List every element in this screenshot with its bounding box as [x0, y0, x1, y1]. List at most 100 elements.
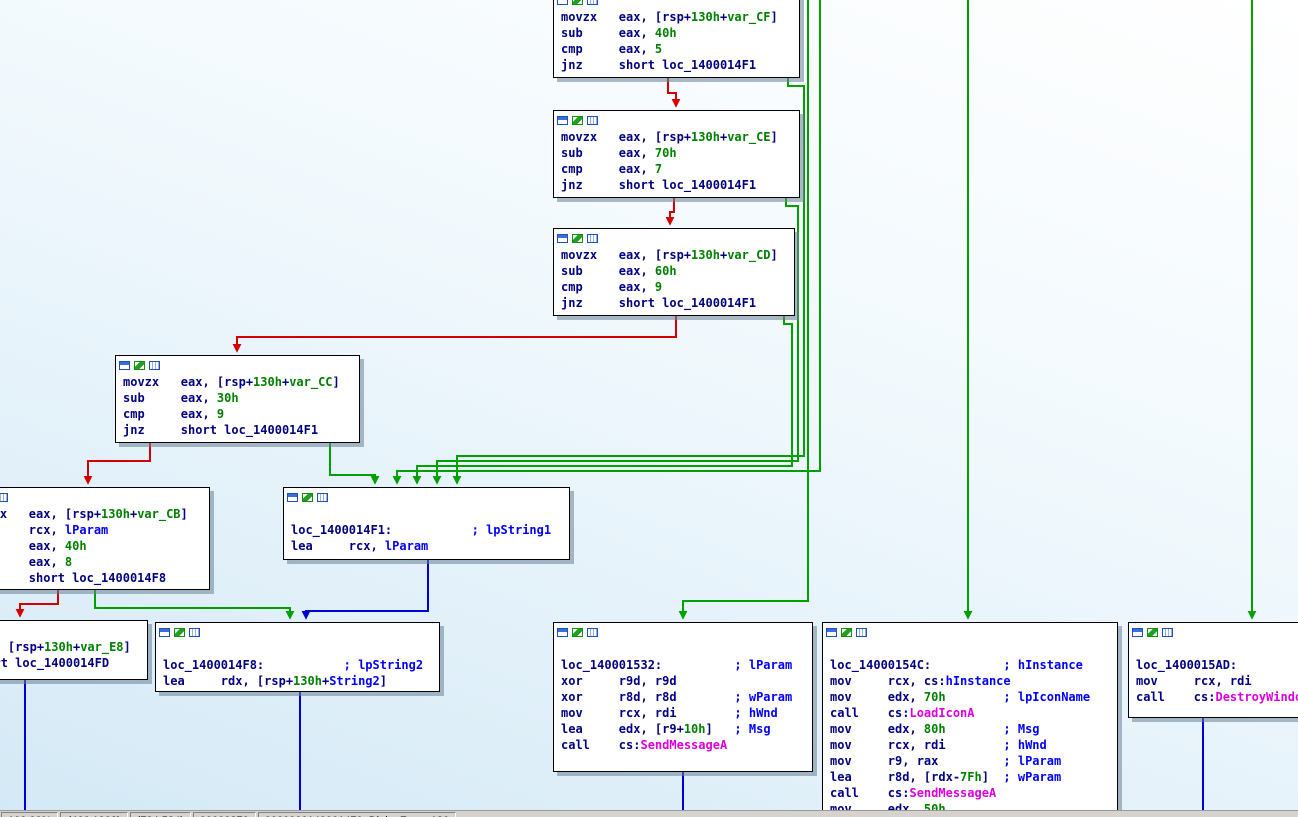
code-line[interactable]: mov edx, 80h ; Msg — [830, 721, 1110, 737]
code-line[interactable] — [830, 641, 1110, 657]
node-titlebar[interactable] — [554, 229, 794, 246]
code-line[interactable]: xor r8d, r8d ; wParam — [561, 689, 805, 705]
node-info-icon[interactable] — [0, 493, 8, 502]
code-line[interactable]: jnz short loc_1400014F1 — [561, 177, 792, 193]
group-node-icon[interactable] — [841, 628, 852, 637]
node-info-icon[interactable] — [1162, 628, 1173, 637]
code-line[interactable] — [291, 506, 562, 522]
code-line[interactable]: cmp eax, 9 — [561, 279, 787, 295]
code-line[interactable] — [163, 641, 432, 657]
node-titlebar[interactable] — [156, 623, 439, 640]
node-info-icon[interactable] — [587, 234, 598, 243]
code-line[interactable]: loc_1400014F1: ; lpString1 — [291, 522, 562, 538]
node-titlebar[interactable] — [284, 488, 569, 505]
code-line[interactable]: jnz short loc_1400014F1 — [561, 57, 792, 73]
node-titlebar[interactable] — [1129, 623, 1298, 640]
code-line[interactable]: call cs:SendMessageA — [830, 785, 1110, 801]
graph-node-loc_1400014F8[interactable]: loc_1400014F8: ; lpString2 lea rdx, [rsp+… — [155, 622, 440, 692]
graph-node-var_E8-block[interactable]: lea rdx, [rsp+130h+var_E8]jmp short loc_… — [0, 620, 148, 680]
code-line[interactable]: sub eax, 40h — [561, 25, 792, 41]
code-line[interactable]: cmp eax, 8 — [0, 554, 202, 570]
collapse-node-icon[interactable] — [287, 493, 298, 502]
node-titlebar[interactable] — [0, 621, 147, 638]
code-line[interactable]: mov rcx, rdi — [1136, 673, 1298, 689]
group-node-icon[interactable] — [572, 234, 583, 243]
group-node-icon[interactable] — [174, 628, 185, 637]
group-node-icon[interactable] — [572, 628, 583, 637]
code-line[interactable]: sub eax, 40h — [0, 538, 202, 554]
graph-node-var_CC-check[interactable]: movzx eax, [rsp+130h+var_CC] sub eax, 30h… — [115, 355, 360, 443]
code-line[interactable]: lea rdx, [rsp+130h+String2] — [163, 673, 432, 689]
code-line[interactable]: loc_140001532: ; lParam — [561, 657, 805, 673]
collapse-node-icon[interactable] — [557, 0, 568, 5]
code-line[interactable]: loc_1400015AD: — [1136, 657, 1298, 673]
code-line[interactable]: movzx eax, [rsp+130h+var_CF] — [561, 9, 792, 25]
node-info-icon[interactable] — [149, 361, 160, 370]
code-line[interactable]: lea rcx, lParam — [0, 522, 202, 538]
code-line[interactable]: mov rcx, rdi ; hWnd — [561, 705, 805, 721]
code-line[interactable]: jnz short loc_1400014F8 — [0, 570, 202, 586]
node-titlebar[interactable] — [554, 623, 812, 640]
collapse-node-icon[interactable] — [826, 628, 837, 637]
node-info-icon[interactable] — [856, 628, 867, 637]
graph-node-loc_14000154C[interactable]: loc_14000154C: ; hInstance mov rcx, cs:hI… — [822, 622, 1118, 817]
graph-node-var_CE-check[interactable]: movzx eax, [rsp+130h+var_CE] sub eax, 70h… — [553, 110, 800, 198]
code-line[interactable]: lea rdx, [rsp+130h+var_E8] — [0, 639, 140, 655]
group-node-icon[interactable] — [572, 116, 583, 125]
collapse-node-icon[interactable] — [557, 116, 568, 125]
code-line[interactable]: call cs:SendMessageA — [561, 737, 805, 753]
code-line[interactable]: cmp eax, 7 — [561, 161, 792, 177]
code-line[interactable]: xor r9d, r9d — [561, 673, 805, 689]
graph-node-loc_1400015AD[interactable]: loc_1400015AD: mov rcx, rdi call cs:Destro… — [1128, 622, 1298, 718]
code-line[interactable]: movzx eax, [rsp+130h+var_CC] — [123, 374, 352, 390]
node-titlebar[interactable] — [0, 488, 209, 505]
collapse-node-icon[interactable] — [1132, 628, 1143, 637]
code-line[interactable]: jmp short loc_1400014FD — [0, 655, 140, 671]
code-line[interactable]: movzx eax, [rsp+130h+var_CE] — [561, 129, 792, 145]
node-info-icon[interactable] — [587, 628, 598, 637]
group-node-icon[interactable] — [134, 361, 145, 370]
code-line[interactable]: loc_1400014F8: ; lpString2 — [163, 657, 432, 673]
code-line[interactable]: call cs:DestroyWindow — [1136, 689, 1298, 705]
code-line[interactable]: jnz short loc_1400014F1 — [123, 422, 352, 438]
node-info-icon[interactable] — [189, 628, 200, 637]
graph-node-loc_140001532[interactable]: loc_140001532: ; lParam xor r9d, r9d xor r… — [553, 622, 813, 772]
group-node-icon[interactable] — [572, 0, 583, 5]
graph-node-var_CF-check[interactable]: movzx eax, [rsp+130h+var_CF] sub eax, 40h… — [553, 0, 800, 78]
code-line[interactable]: lea r8d, [rdx-7Fh] ; wParam — [830, 769, 1110, 785]
code-line[interactable]: sub eax, 60h — [561, 263, 787, 279]
code-line[interactable]: sub eax, 70h — [561, 145, 792, 161]
code-line[interactable]: movzx eax, [rsp+130h+var_CD] — [561, 247, 787, 263]
group-node-icon[interactable] — [302, 493, 313, 502]
node-info-icon[interactable] — [587, 0, 598, 5]
collapse-node-icon[interactable] — [159, 628, 170, 637]
code-line[interactable]: mov rcx, rdi ; hWnd — [830, 737, 1110, 753]
code-line[interactable]: jnz short loc_1400014F1 — [561, 295, 787, 311]
graph-node-var_CB-check[interactable]: movzx eax, [rsp+130h+var_CB]lea rcx, lPa… — [0, 487, 210, 590]
collapse-node-icon[interactable] — [119, 361, 130, 370]
code-line[interactable]: call cs:LoadIconA — [830, 705, 1110, 721]
code-line[interactable]: loc_14000154C: ; hInstance — [830, 657, 1110, 673]
node-info-icon[interactable] — [587, 116, 598, 125]
node-titlebar[interactable] — [554, 111, 799, 128]
code-line[interactable]: mov rcx, cs:hInstance — [830, 673, 1110, 689]
node-titlebar[interactable] — [823, 623, 1117, 640]
collapse-node-icon[interactable] — [557, 628, 568, 637]
collapse-node-icon[interactable] — [557, 234, 568, 243]
code-line[interactable]: mov edx, 70h ; lpIconName — [830, 689, 1110, 705]
code-line[interactable]: lea rcx, lParam — [291, 538, 562, 554]
node-titlebar[interactable] — [116, 356, 359, 373]
code-line[interactable]: mov r9, rax ; lParam — [830, 753, 1110, 769]
graph-node-var_CD-check[interactable]: movzx eax, [rsp+130h+var_CD] sub eax, 60h… — [553, 228, 795, 316]
code-line[interactable]: cmp eax, 9 — [123, 406, 352, 422]
node-info-icon[interactable] — [317, 493, 328, 502]
graph-canvas[interactable]: movzx eax, [rsp+130h+var_CF] sub eax, 40h… — [0, 0, 1298, 817]
code-line[interactable]: sub eax, 30h — [123, 390, 352, 406]
node-titlebar[interactable] — [554, 0, 799, 8]
code-line[interactable] — [1136, 641, 1298, 657]
graph-node-loc_1400014F1[interactable]: loc_1400014F1: ; lpString1 lea rcx, lPara… — [283, 487, 570, 560]
code-line[interactable]: cmp eax, 5 — [561, 41, 792, 57]
code-line[interactable]: lea edx, [r9+10h] ; Msg — [561, 721, 805, 737]
code-line[interactable]: movzx eax, [rsp+130h+var_CB] — [0, 506, 202, 522]
group-node-icon[interactable] — [1147, 628, 1158, 637]
